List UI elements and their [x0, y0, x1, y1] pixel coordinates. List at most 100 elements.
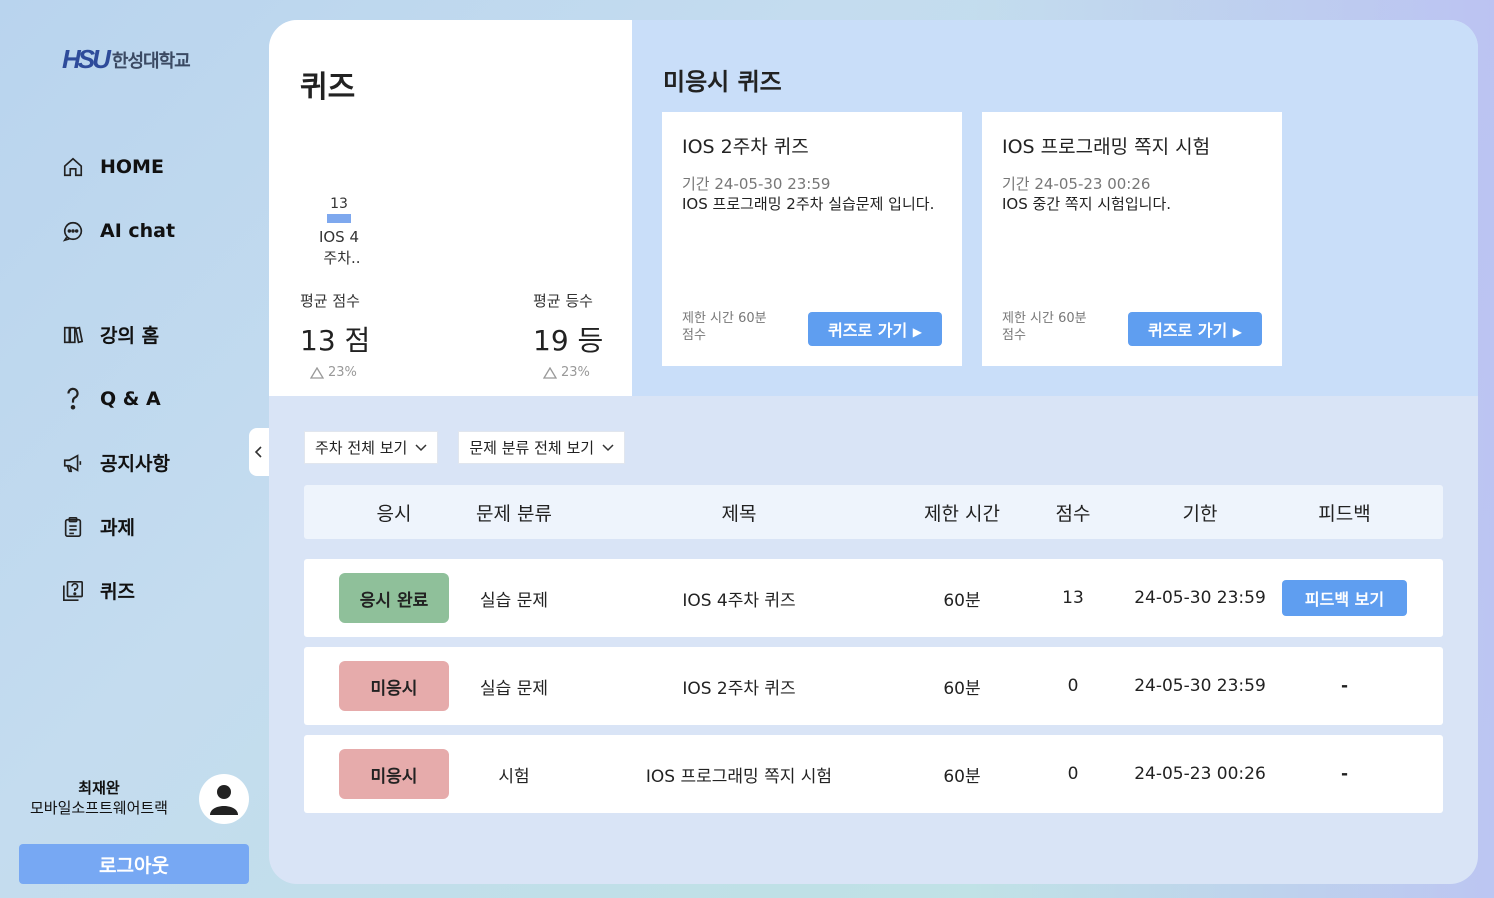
week-filter-value: 주차 전체 보기	[315, 439, 408, 457]
filter-bar: 주차 전체 보기 문제 분류 전체 보기	[304, 431, 626, 464]
nav-assignment[interactable]: 과제	[60, 513, 135, 540]
nav-assignment-label: 과제	[100, 517, 135, 539]
avg-rank-value: 19 등	[533, 324, 604, 357]
header-title: 제목	[721, 502, 757, 525]
status-badge[interactable]: 응시 완료	[339, 573, 449, 623]
title-cell: IOS 2주차 퀴즈	[682, 678, 796, 699]
quiz-card-time-limit: 제한 시간 60분	[682, 311, 767, 326]
avg-score-delta-value: 23%	[328, 365, 357, 380]
logo-mark: HSU	[62, 44, 111, 74]
nav-course-home[interactable]: 강의 홈	[60, 321, 159, 348]
megaphone-icon	[60, 450, 86, 476]
avg-rank-delta-value: 23%	[561, 365, 590, 380]
main-panel: 퀴즈 13 IOS 4 주차.. 평균 점수 13 점 23% 평균 등수 19…	[269, 20, 1478, 884]
header-feedback: 피드백	[1318, 502, 1371, 525]
table-row[interactable]: 미응시 시험 IOS 프로그래밍 쪽지 시험 60분 0 24-05-23 00…	[304, 735, 1443, 813]
header-category: 문제 분류	[476, 502, 552, 525]
score-cell: 13	[1062, 588, 1084, 608]
status-badge[interactable]: 미응시	[339, 749, 449, 799]
caret-right-icon: ▶	[912, 325, 922, 339]
go-to-quiz-button[interactable]: 퀴즈로 가기 ▶	[808, 312, 942, 346]
quiz-card-score: 점수	[1002, 328, 1026, 343]
view-feedback-button[interactable]: 피드백 보기	[1282, 580, 1407, 616]
books-icon	[60, 322, 86, 348]
table-row[interactable]: 미응시 실습 문제 IOS 2주차 퀴즈 60분 0 24-05-30 23:5…	[304, 647, 1443, 725]
home-icon	[60, 154, 86, 180]
quiz-icon	[60, 578, 86, 604]
nav-quiz[interactable]: 퀴즈	[60, 577, 135, 604]
quiz-card-title: IOS 2주차 퀴즈	[682, 136, 809, 158]
pending-title: 미응시 퀴즈	[663, 68, 782, 96]
avg-rank-stat: 평균 등수 19 등 23%	[533, 290, 603, 380]
nav-home[interactable]: HOME	[60, 154, 164, 180]
category-filter-value: 문제 분류 전체 보기	[469, 439, 595, 457]
feedback-none: -	[1340, 764, 1349, 784]
title-cell: IOS 4주차 퀴즈	[682, 590, 796, 611]
quiz-card-score: 점수	[682, 328, 706, 343]
status-cell: 미응시	[339, 735, 449, 813]
header-status: 응시	[376, 502, 412, 525]
title-cell: IOS 프로그래밍 쪽지 시험	[645, 766, 833, 787]
status-cell: 응시 완료	[339, 559, 449, 637]
category-cell: 시험	[498, 766, 530, 787]
nav-quiz-label: 퀴즈	[100, 581, 135, 603]
sidebar-collapse-toggle[interactable]	[249, 428, 269, 476]
nav-qna-label: Q & A	[100, 388, 161, 410]
bar-category-line1: IOS 4	[318, 228, 360, 246]
score-cell: 0	[1067, 764, 1079, 784]
avg-score-stat: 평균 점수 13 점 23%	[300, 290, 370, 380]
university-logo[interactable]: HSU 한성대학교	[62, 44, 191, 75]
question-mark-icon	[60, 386, 86, 412]
quiz-summary: 퀴즈 13 IOS 4 주차.. 평균 점수 13 점 23% 평균 등수 19…	[269, 20, 632, 396]
quiz-card-period: 기간 24-05-30 23:59	[682, 175, 831, 193]
bar	[327, 214, 351, 223]
category-filter-select[interactable]: 문제 분류 전체 보기	[458, 431, 626, 464]
quiz-card-meta: 제한 시간 60분 점수	[1002, 310, 1087, 344]
deadline-cell: 24-05-30 23:59	[1134, 676, 1266, 696]
header-deadline: 기한	[1182, 502, 1218, 525]
chevron-down-icon	[415, 443, 427, 451]
time-limit-cell: 60분	[943, 590, 981, 611]
bar-category-line2: 주차..	[323, 249, 361, 267]
quiz-card[interactable]: IOS 프로그래밍 쪽지 시험 기간 24-05-23 00:26 IOS 중간…	[982, 112, 1282, 366]
category-cell: 실습 문제	[480, 678, 548, 699]
quiz-card-meta: 제한 시간 60분 점수	[682, 310, 767, 344]
go-to-quiz-label: 퀴즈로 가기	[828, 321, 908, 340]
nav-ai-chat[interactable]: AI chat	[60, 218, 175, 244]
time-limit-cell: 60분	[943, 766, 981, 787]
status-badge[interactable]: 미응시	[339, 661, 449, 711]
avg-rank-label: 평균 등수	[533, 292, 593, 310]
user-track: 모바일소프트웨어트랙	[29, 799, 168, 817]
score-mini-chart: 13 IOS 4 주차..	[299, 196, 379, 269]
nav-notice-label: 공지사항	[100, 453, 170, 475]
table-header: 응시 문제 분류 제목 제한 시간 점수 기한 피드백	[304, 485, 1443, 539]
nav-qna[interactable]: Q & A	[60, 386, 161, 412]
quiz-card-desc: IOS 중간 쪽지 시험입니다.	[1002, 195, 1172, 213]
triangle-up-icon	[543, 366, 557, 379]
logo-name: 한성대학교	[111, 50, 191, 72]
time-limit-cell: 60분	[943, 678, 981, 699]
avg-rank-delta: 23%	[533, 365, 603, 380]
user-info: 최재완 모바일소프트웨어트랙	[18, 778, 180, 818]
avg-score-label: 평균 점수	[300, 292, 360, 310]
status-cell: 미응시	[339, 647, 449, 725]
chevron-down-icon	[602, 443, 614, 451]
deadline-cell: 24-05-23 00:26	[1134, 764, 1266, 784]
page-title: 퀴즈	[300, 70, 356, 105]
deadline-cell: 24-05-30 23:59	[1134, 588, 1266, 608]
chat-bubble-icon	[60, 218, 86, 244]
go-to-quiz-button[interactable]: 퀴즈로 가기 ▶	[1128, 312, 1262, 346]
pending-quizzes: 미응시 퀴즈 IOS 2주차 퀴즈 기간 24-05-30 23:59 IOS …	[632, 20, 1478, 396]
feedback-cell: 피드백 보기	[1282, 559, 1407, 637]
header-time-limit: 제한 시간	[924, 502, 1000, 525]
feedback-none: -	[1340, 676, 1349, 696]
nav-notice[interactable]: 공지사항	[60, 449, 170, 476]
bar-value-label: 13	[330, 196, 348, 212]
avatar[interactable]	[199, 774, 249, 824]
week-filter-select[interactable]: 주차 전체 보기	[304, 431, 439, 464]
caret-right-icon: ▶	[1232, 325, 1242, 339]
chevron-left-icon	[254, 446, 262, 458]
logout-button[interactable]: 로그아웃	[19, 844, 249, 884]
table-row[interactable]: 응시 완료 실습 문제 IOS 4주차 퀴즈 60분 13 24-05-30 2…	[304, 559, 1443, 637]
quiz-card[interactable]: IOS 2주차 퀴즈 기간 24-05-30 23:59 IOS 프로그래밍 2…	[662, 112, 962, 366]
